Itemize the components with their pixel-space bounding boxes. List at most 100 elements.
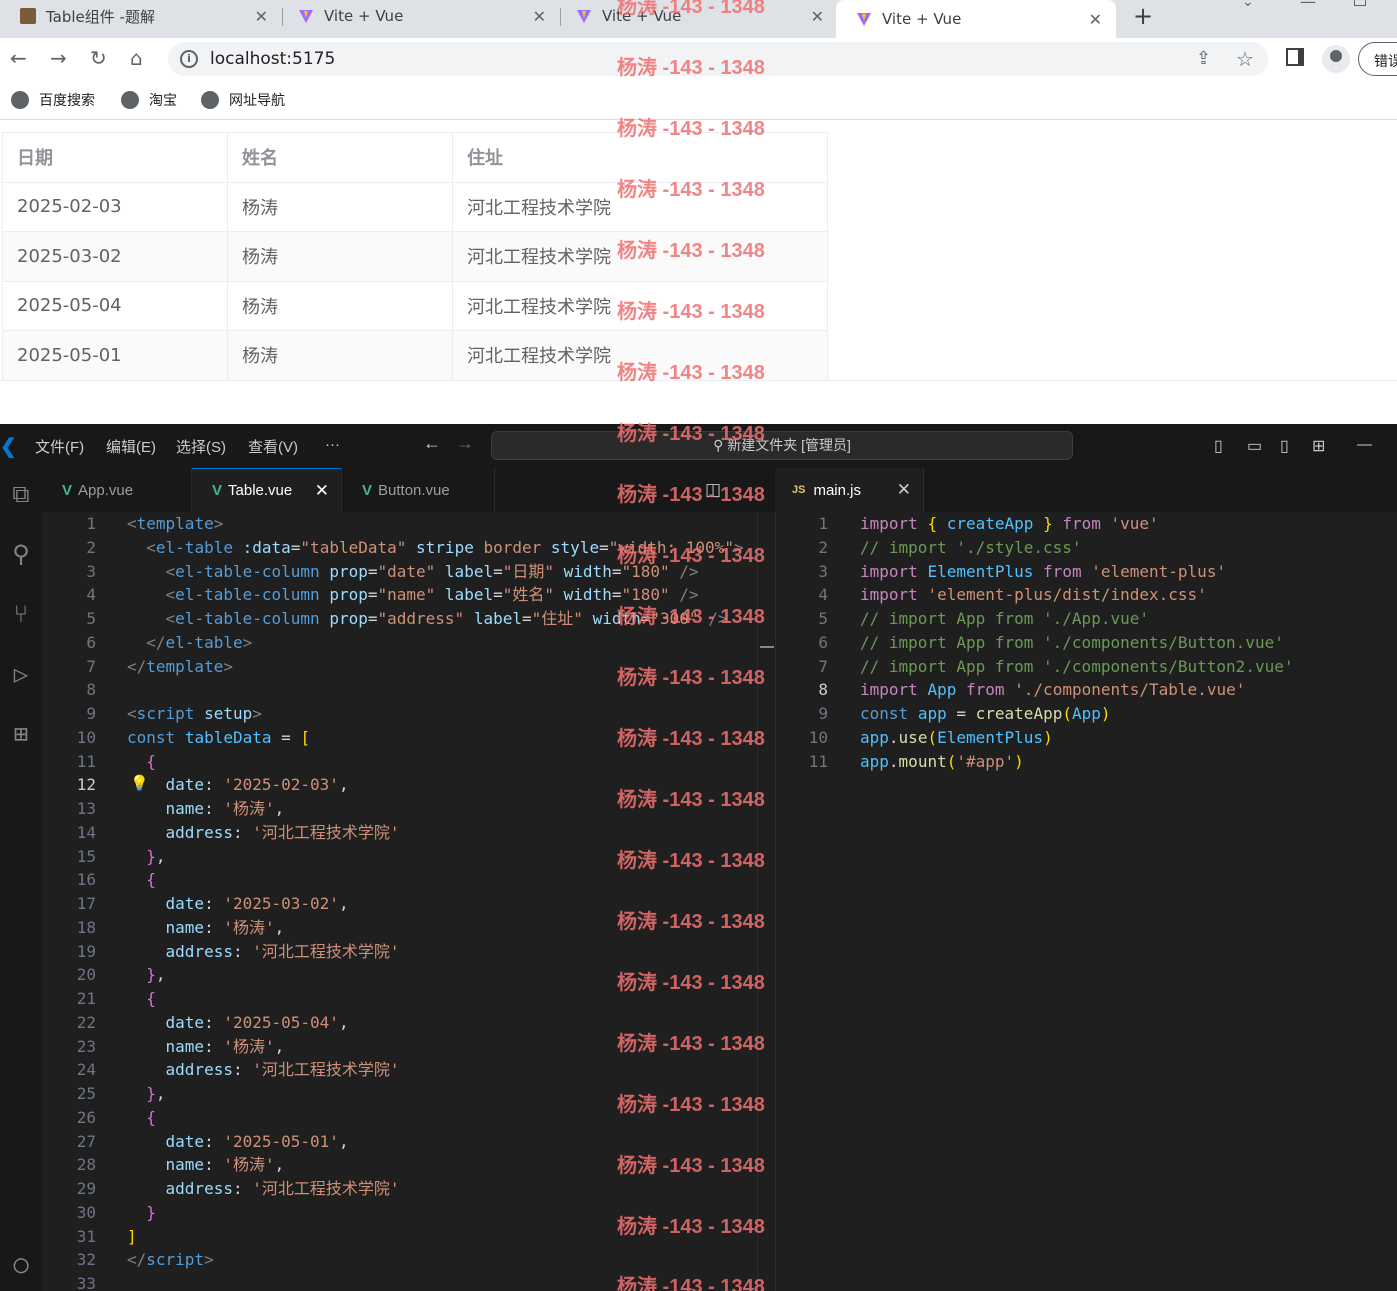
vite-icon [856,11,872,27]
bookmark-item[interactable]: 网址导航 [201,90,285,110]
globe-icon [201,91,219,109]
globe-icon [11,91,29,109]
watermark-text: 杨涛 -143 - 1348 [617,1094,765,1116]
error-button[interactable]: 错误 [1358,42,1397,76]
table-cell: 杨涛 [227,330,453,381]
tab-button-vue[interactable]: V Button.vue [342,468,495,512]
watermark-text: 杨涛 -143 - 1348 [617,1155,765,1177]
right-editor-tabs: JS main.js ✕ [776,468,1397,512]
back-icon[interactable]: ← [10,46,27,70]
new-tab-icon[interactable]: + [1133,2,1153,30]
tab-title: Vite + Vue [882,10,962,28]
home-icon[interactable]: ⌂ [130,46,143,70]
bookmark-item[interactable]: 百度搜索 [11,90,95,110]
watermark-text: 杨涛 -143 - 1348 [617,911,765,933]
menu-edit[interactable]: 编辑(E) [106,436,156,457]
watermark-text: 杨涛 -143 - 1348 [617,606,765,628]
run-debug-icon[interactable]: ▷ [0,660,42,700]
js-file-icon: JS [792,484,806,496]
tab-title: Table组件 -题解 [46,7,155,26]
browser-tab-2[interactable]: Vite + Vue ✕ [278,0,560,32]
explorer-icon[interactable]: ⧉ [0,480,42,520]
table-cell: 2025-02-03 [2,181,228,232]
close-tab-icon[interactable]: ✕ [897,480,911,500]
watermark-text: 杨涛 -143 - 1348 [617,484,765,506]
watermark-text: 杨涛 -143 - 1348 [617,1033,765,1055]
table-header-cell: 日期 [2,132,228,183]
close-tab-icon[interactable]: ✕ [811,7,824,26]
vue-file-icon: V [362,481,373,499]
profile-avatar[interactable] [1322,45,1350,73]
extensions-icon[interactable]: ⊞ [0,720,42,760]
menu-view[interactable]: 查看(V) [248,436,298,457]
watermark-text: 杨涛 -143 - 1348 [617,118,765,140]
watermark-text: 杨涛 -143 - 1348 [617,301,765,323]
minimize-icon[interactable]: — [1300,0,1316,11]
table-cell: 2025-03-02 [2,231,228,282]
globe-icon [121,91,139,109]
watermark-text: 杨涛 -143 - 1348 [617,179,765,201]
toggle-sidebar-icon[interactable]: ▯ [1214,436,1223,456]
table-cell: 2025-05-01 [2,330,228,381]
search-icon[interactable]: ⚲ [0,540,42,580]
browser-tab-1[interactable]: Table组件 -题解 ✕ [0,0,282,32]
watermark-text: 杨涛 -143 - 1348 [617,850,765,872]
vue-file-icon: V [212,482,223,499]
watermark-text: 杨涛 -143 - 1348 [617,1216,765,1238]
watermark-text: 杨涛 -143 - 1348 [617,240,765,262]
close-tab-icon[interactable]: ✕ [255,7,268,26]
vscode-logo-icon: ❮ [0,436,17,458]
activity-bar: ⧉ ⚲ ⑂ ▷ ⊞ ◯ [0,468,42,1291]
command-center[interactable]: ⚲ 新建文件夹 [管理员] [491,431,1073,460]
browser-tab-4-active[interactable]: Vite + Vue ✕ [836,0,1116,38]
forward-icon[interactable]: → [50,46,67,70]
main-js-code[interactable]: import { createApp } from 'vue' // impor… [860,512,1293,773]
watermark-text: 杨涛 -143 - 1348 [617,57,765,79]
tab-title: Vite + Vue [324,7,404,25]
close-tab-icon[interactable]: ✕ [533,7,546,26]
watermark-text: 杨涛 -143 - 1348 [617,667,765,689]
menu-selection[interactable]: 选择(S) [176,436,226,457]
watermark-text: 杨涛 -143 - 1348 [617,728,765,750]
tab-search-icon[interactable]: ⌄ [1242,0,1254,10]
table-cell: 杨涛 [227,231,453,282]
right-line-numbers: 1 2 3 4 5 6 7 8 9 10 11 [808,514,828,771]
watermark-text: 杨涛 -143 - 1348 [617,0,765,18]
tab-main-js[interactable]: JS main.js ✕ [776,468,924,512]
toggle-panel-icon[interactable]: ▭ [1247,436,1262,456]
table-header-cell: 姓名 [227,132,453,183]
maximize-icon[interactable] [1354,0,1366,6]
watermark-text: 杨涛 -143 - 1348 [617,972,765,994]
site-info-icon[interactable]: i [180,50,198,68]
table-cell: 杨涛 [227,280,453,331]
favicon-icon [20,8,36,24]
menu-file[interactable]: 文件(F) [35,436,84,457]
account-icon[interactable]: ◯ [0,1250,42,1290]
reload-icon[interactable]: ↻ [90,46,107,70]
bookmark-item[interactable]: 淘宝 [121,90,177,110]
close-tab-icon[interactable]: ✕ [1089,10,1102,29]
bookmark-star-icon[interactable]: ☆ [1236,47,1254,71]
tab-app-vue[interactable]: V App.vue [42,468,192,512]
watermark-text: 杨涛 -143 - 1348 [617,545,765,567]
tab-table-vue[interactable]: V Table.vue ✕ [192,468,342,512]
url-text: localhost:5175 [210,49,336,69]
vite-icon [576,8,592,24]
source-control-icon[interactable]: ⑂ [0,600,42,640]
watermark-text: 杨涛 -143 - 1348 [617,423,765,445]
side-panel-icon[interactable] [1286,48,1304,66]
watermark-text: 杨涛 -143 - 1348 [617,362,765,384]
watermark-text: 杨涛 -143 - 1348 [617,789,765,811]
watermark-text: 杨涛 -143 - 1348 [617,1276,765,1291]
nav-back-icon[interactable]: ← [423,433,441,454]
share-icon[interactable]: ⇪ [1196,48,1211,69]
customize-layout-icon[interactable]: ⊞ [1312,436,1325,456]
toggle-secondary-sidebar-icon[interactable]: ▯ [1280,436,1289,456]
minimize-icon[interactable]: — [1357,436,1372,453]
left-line-numbers: 1 2 3 4 5 6 7 8 9 10 11 12 13 14 15 16 17 18 19 20 21 22 23 24 2… [76,514,96,1291]
vue-file-icon: V [62,481,73,499]
menu-more[interactable]: ··· [325,436,340,453]
table-cell: 2025-05-04 [2,280,228,331]
nav-forward-icon[interactable]: → [456,433,474,454]
close-tab-icon[interactable]: ✕ [315,481,329,501]
